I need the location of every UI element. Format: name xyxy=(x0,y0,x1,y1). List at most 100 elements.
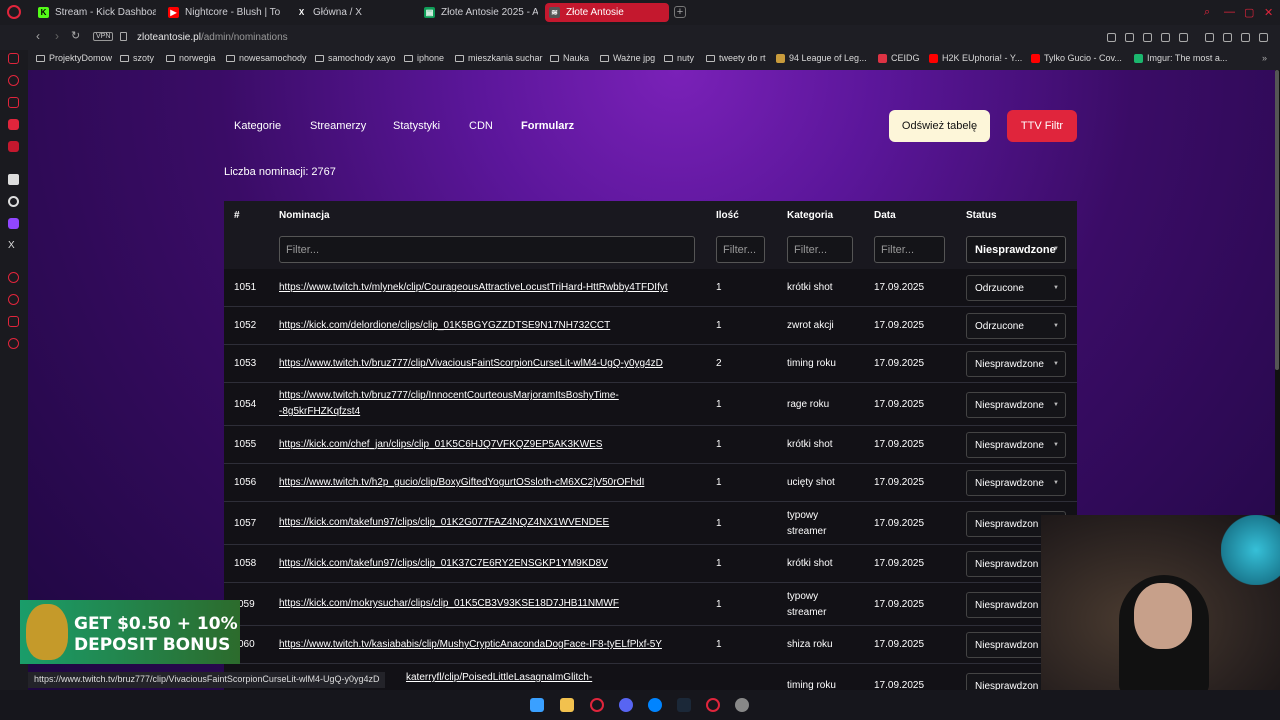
nomination-link[interactable]: https://kick.com/chef_jan/clips/clip_01K… xyxy=(279,437,602,453)
header-nomination[interactable]: Nominacja xyxy=(279,210,330,221)
tab-kick-dashboard[interactable]: K Stream - Kick Dashboard xyxy=(34,3,156,22)
nav-formularz[interactable]: Formularz xyxy=(521,120,574,132)
ttv-filter-button[interactable]: TTV Filtr xyxy=(1007,110,1077,142)
quantity-filter-input[interactable]: Filter... xyxy=(716,236,765,263)
nav-streamerzy[interactable]: Streamerzy xyxy=(310,120,366,132)
bookmarks-overflow-icon[interactable]: » xyxy=(1262,53,1267,63)
status-select[interactable]: Niesprawdzone ▼ xyxy=(966,432,1066,458)
nomination-link[interactable]: https://www.twitch.tv/mlynek/clip/Courag… xyxy=(279,280,668,296)
nomination-link-continued[interactable]: -8g5krFHZKqfzst4 xyxy=(279,404,360,420)
bookmark-item[interactable]: ProjektyDomow xyxy=(36,53,112,63)
nomination-filter-input[interactable]: Filter... xyxy=(279,236,695,263)
menu-icon[interactable] xyxy=(1259,33,1268,42)
player-icon[interactable] xyxy=(1161,33,1170,42)
aria-icon[interactable] xyxy=(8,174,19,185)
tab-sheets[interactable]: ▤ Złote Antosie 2025 - Arkus xyxy=(420,3,538,22)
opera-icon[interactable] xyxy=(590,698,604,712)
bookmark-item[interactable]: mieszkania suchar xyxy=(455,53,543,63)
scrollbar-thumb[interactable] xyxy=(1275,70,1279,370)
bookmark-item[interactable]: Nauka xyxy=(550,53,589,63)
search-icon[interactable]: ⌕ xyxy=(1204,6,1210,19)
start-icon[interactable] xyxy=(530,698,544,712)
bookmark-item[interactable]: iphone xyxy=(404,53,444,63)
bookmark-item[interactable]: norwegia xyxy=(166,53,216,63)
header-date[interactable]: Data xyxy=(874,210,896,221)
bookmark-item[interactable]: Tylko Gucio - Cov... xyxy=(1031,53,1122,63)
pinboard-icon[interactable] xyxy=(8,316,19,327)
header-category[interactable]: Kategoria xyxy=(787,210,833,221)
extensions-icon[interactable] xyxy=(1205,33,1214,42)
status-filter-select[interactable]: Niesprawdzone ▼ xyxy=(966,236,1066,263)
nav-statystyki[interactable]: Statystyki xyxy=(393,120,440,132)
bookmark-item[interactable]: Ważne jpg xyxy=(600,53,655,63)
nomination-link[interactable]: https://kick.com/takefun97/clips/clip_01… xyxy=(279,556,608,572)
partial-nomination-link[interactable]: katerryfl/clip/PoisedLittleLasagnaImGlit… xyxy=(406,672,592,683)
nav-cdn[interactable]: CDN xyxy=(469,120,493,132)
tab-zlote-antosie[interactable]: ≋ Złote Antosie xyxy=(545,3,669,22)
discord-icon[interactable] xyxy=(619,698,633,712)
profile-icon[interactable] xyxy=(1223,33,1232,42)
nomination-link[interactable]: https://www.twitch.tv/bruz777/clip/Vivac… xyxy=(279,356,663,372)
mail-icon[interactable] xyxy=(8,141,19,152)
nomination-link[interactable]: https://www.twitch.tv/kasiababis/clip/Mu… xyxy=(279,637,662,653)
header-quantity[interactable]: Ilość xyxy=(716,210,739,221)
date-filter-input[interactable]: Filter... xyxy=(874,236,945,263)
heart-icon[interactable] xyxy=(1179,33,1188,42)
vpn-badge[interactable]: VPN xyxy=(93,32,114,41)
clock-icon[interactable] xyxy=(8,272,19,283)
bookmark-item[interactable]: nuty xyxy=(664,53,694,63)
tab-x[interactable]: X Główna / X xyxy=(292,3,412,22)
back-icon[interactable]: ‹ xyxy=(36,29,40,43)
status-select[interactable]: Odrzucone ▼ xyxy=(966,313,1066,339)
opera-gx-icon[interactable] xyxy=(706,698,720,712)
settings-icon[interactable] xyxy=(8,338,19,349)
wallet-icon[interactable] xyxy=(1143,33,1152,42)
tab-youtube[interactable]: ▶ Nightcore - Blush | Tomo xyxy=(164,3,280,22)
close-icon[interactable]: ✕ xyxy=(1264,6,1273,19)
snapshot-icon[interactable] xyxy=(1125,33,1134,42)
opera-menu-icon[interactable] xyxy=(7,5,21,19)
file-explorer-icon[interactable] xyxy=(560,698,574,712)
new-tab-button[interactable]: + xyxy=(674,6,686,18)
bookmarks-icon[interactable] xyxy=(8,97,19,108)
bookmark-item[interactable]: samochody xayo xyxy=(315,53,396,63)
twitch-icon[interactable] xyxy=(8,218,19,229)
steam-icon[interactable] xyxy=(677,698,691,712)
bookmark-item[interactable]: nowesamochody xyxy=(226,53,307,63)
bookmark-item[interactable]: CEIDG xyxy=(878,53,920,63)
nomination-link[interactable]: https://www.twitch.tv/bruz777/clip/Innoc… xyxy=(279,388,619,404)
download-icon[interactable] xyxy=(1241,33,1250,42)
messenger-icon[interactable] xyxy=(648,698,662,712)
home-icon[interactable] xyxy=(8,53,19,64)
forward-icon[interactable]: › xyxy=(55,29,59,43)
history-icon[interactable] xyxy=(8,75,19,86)
status-select[interactable]: Niesprawdzone ▼ xyxy=(966,392,1066,418)
chatgpt-icon[interactable] xyxy=(8,196,19,207)
status-select[interactable]: Niesprawdzone ▼ xyxy=(966,351,1066,377)
maximize-icon[interactable]: ▢ xyxy=(1244,6,1254,19)
nomination-link[interactable]: https://kick.com/mokrysuchar/clips/clip_… xyxy=(279,596,619,612)
bookmark-icon[interactable] xyxy=(1107,33,1116,42)
settings-icon[interactable] xyxy=(735,698,749,712)
bookmark-item[interactable]: szoty xyxy=(120,53,154,63)
refresh-table-button[interactable]: Odśwież tabelę xyxy=(889,110,990,142)
status-select[interactable]: Niesprawdzone ▼ xyxy=(966,470,1066,496)
status-select[interactable]: Odrzucone ▼ xyxy=(966,275,1066,301)
nomination-link[interactable]: https://kick.com/delordione/clips/clip_0… xyxy=(279,318,610,334)
bookmark-item[interactable]: H2K EUphoria! - Y... xyxy=(929,53,1022,63)
timer-icon[interactable] xyxy=(8,294,19,305)
nav-kategorie[interactable]: Kategorie xyxy=(234,120,281,132)
reload-icon[interactable]: ↻ xyxy=(71,29,80,42)
nomination-link[interactable]: https://kick.com/takefun97/clips/clip_01… xyxy=(279,515,609,531)
bookmark-item[interactable]: tweety do rt xyxy=(706,53,766,63)
minimize-icon[interactable]: — xyxy=(1224,6,1235,18)
x-icon[interactable]: X xyxy=(8,240,19,251)
messenger-icon[interactable] xyxy=(8,119,19,130)
nomination-link[interactable]: https://www.twitch.tv/h2p_gucio/clip/Box… xyxy=(279,475,644,491)
lock-icon[interactable] xyxy=(120,32,127,41)
category-filter-input[interactable]: Filter... xyxy=(787,236,853,263)
header-status[interactable]: Status xyxy=(966,210,997,221)
url-field[interactable]: zloteantosie.pl/admin/nominations xyxy=(137,32,288,43)
bookmark-item[interactable]: Imgur: The most a... xyxy=(1134,53,1227,63)
bookmark-item[interactable]: 94 League of Leg... xyxy=(776,53,867,63)
